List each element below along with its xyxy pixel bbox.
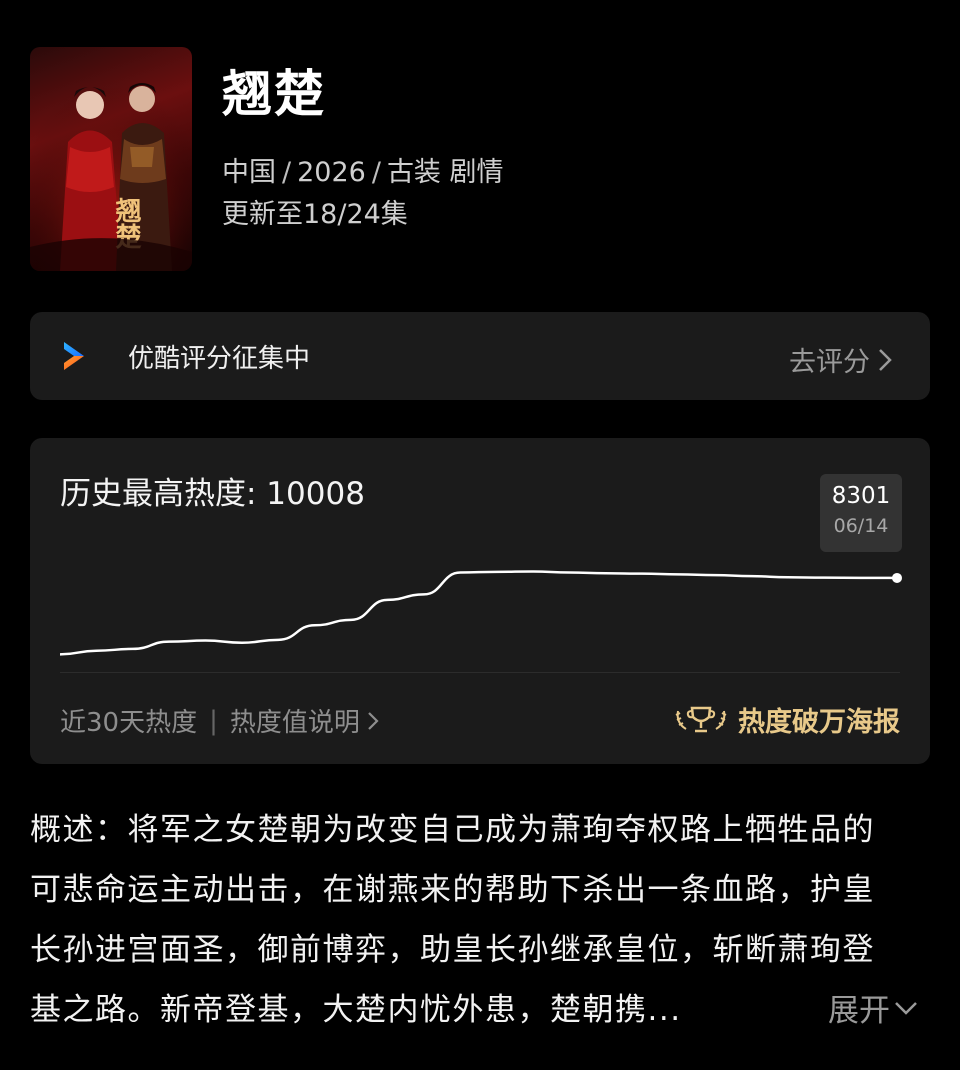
- meta-separator: /: [371, 157, 381, 188]
- expand-synopsis-button[interactable]: 展开: [828, 985, 918, 1030]
- chevron-right-icon: [879, 348, 892, 371]
- trophy-icon: [675, 706, 727, 732]
- rate-button[interactable]: 去评分: [789, 340, 892, 379]
- heat-series-line: [59, 570, 898, 656]
- rating-status: 优酷评分征集中: [128, 344, 311, 374]
- synopsis-line: 概述：将军之女楚朝为改变自己成为萧珣夺权路上牺牲品的: [30, 812, 875, 848]
- show-title: 翘楚: [222, 65, 326, 123]
- tooltip-date: 06/14: [833, 515, 889, 537]
- rating-card[interactable]: 优酷评分征集中 去评分: [30, 312, 930, 400]
- episode-status: 更新至18/24集: [222, 199, 408, 230]
- heat-trend-chart[interactable]: [30, 438, 930, 678]
- show-synopsis: 概述：将军之女楚朝为改变自己成为萧珣夺权路上牺牲品的 可悲命运主动出击，在谢燕来…: [30, 800, 935, 1040]
- chevron-down-icon: [895, 1001, 917, 1015]
- heat-explain-link[interactable]: 热度值说明: [230, 702, 360, 739]
- expand-label: 展开: [828, 993, 890, 1029]
- show-country: 中国: [222, 157, 276, 188]
- poster-image[interactable]: 翘楚: [30, 47, 192, 271]
- heat-divider: [60, 672, 900, 673]
- show-genres: 古装 剧情: [386, 157, 504, 188]
- poster-artwork: 翘楚: [30, 47, 192, 271]
- heat-poster-label: 热度破万海报: [738, 707, 900, 738]
- heat-tooltip: 8301 06/14: [820, 474, 902, 552]
- heat-card: 历史最高热度: 10008 8301 06/14 近30天热度 | 热度值说明 …: [30, 438, 930, 764]
- synopsis-line: 基之路。新帝登基，大楚内忧外患，楚朝携...: [30, 992, 682, 1028]
- tooltip-value: 8301: [831, 483, 891, 509]
- meta-separator: /: [282, 157, 292, 188]
- youku-logo-icon: [60, 340, 88, 376]
- heat-period-label: 近30天热度: [60, 708, 198, 738]
- synopsis-line: 长孙进宫面圣，御前博弈，助皇长孙继承皇位，斩断萧珣登: [30, 932, 875, 968]
- heat-poster-button[interactable]: 热度破万海报: [674, 700, 900, 739]
- chevron-right-icon: [368, 711, 379, 730]
- heat-footer-left: 近30天热度 | 热度值说明: [60, 702, 380, 739]
- show-year: 2026: [297, 157, 366, 188]
- rate-button-label: 去评分: [789, 347, 870, 378]
- synopsis-line: 可悲命运主动出击，在谢燕来的帮助下杀出一条血路，护皇: [30, 872, 875, 908]
- heat-latest-point[interactable]: [892, 572, 902, 583]
- footer-divider: |: [209, 705, 218, 736]
- show-meta: 中国/2026/古装 剧情: [222, 150, 504, 189]
